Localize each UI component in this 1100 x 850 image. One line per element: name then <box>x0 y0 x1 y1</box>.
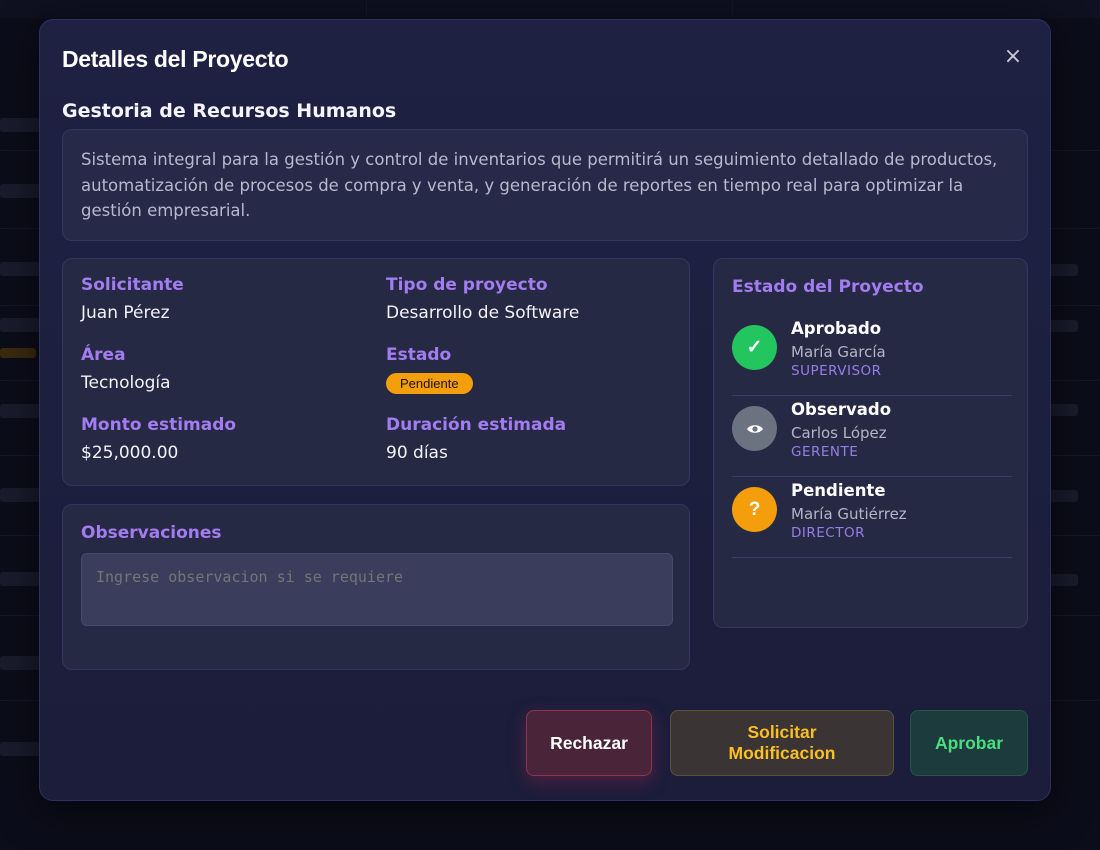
status-person: Carlos López <box>791 424 887 442</box>
eye-icon <box>746 424 763 433</box>
field-tipo-proyecto: Tipo de proyecto Desarrollo de Software <box>386 275 579 323</box>
background-cell <box>0 348 36 358</box>
status-name: Aprobado <box>791 319 882 338</box>
status-role: SUPERVISOR <box>791 363 882 379</box>
status-badge: Pendiente <box>386 373 473 394</box>
project-name: Gestoria de Recursos Humanos <box>62 100 397 122</box>
field-label: Tipo de proyecto <box>386 275 548 295</box>
check-icon: ✓ <box>732 325 777 370</box>
field-duracion: Duración estimada 90 días <box>386 415 566 463</box>
status-item-pending: ? Pendiente María Gutiérrez DIRECTOR <box>732 477 1012 558</box>
background-cell <box>0 488 40 502</box>
observations-textarea[interactable] <box>81 553 673 626</box>
field-value: Tecnología <box>81 373 171 393</box>
close-button[interactable]: × <box>1002 46 1024 68</box>
field-estado: Estado Pendiente <box>386 345 473 394</box>
request-modification-button[interactable]: Solicitar Modificacion <box>670 710 894 776</box>
status-role: GERENTE <box>791 444 859 460</box>
project-details-modal: Detalles del Proyecto × Gestoria de Recu… <box>39 19 1051 801</box>
status-item-observed: Observado Carlos López GERENTE <box>732 396 1012 477</box>
field-value: 90 días <box>386 443 448 463</box>
background-cell <box>0 572 40 586</box>
observations-label: Observaciones <box>81 523 222 543</box>
status-item-approved: ✓ Aprobado María García SUPERVISOR <box>732 315 1012 396</box>
background-cell <box>0 742 40 756</box>
field-value: Juan Pérez <box>81 303 170 323</box>
field-area: Área Tecnología <box>81 345 171 393</box>
field-solicitante: Solicitante Juan Pérez <box>81 275 184 323</box>
background-cell <box>0 184 40 198</box>
field-label: Solicitante <box>81 275 184 295</box>
project-info-card: Solicitante Juan Pérez Tipo de proyecto … <box>62 258 690 486</box>
background-cell <box>0 262 40 276</box>
status-name: Observado <box>791 400 892 419</box>
close-icon: × <box>1003 44 1023 69</box>
status-person: María Gutiérrez <box>791 505 907 523</box>
observations-card: Observaciones <box>62 504 690 670</box>
field-label: Monto estimado <box>81 415 237 435</box>
background-cell <box>0 318 40 332</box>
project-status-panel: Estado del Proyecto ✓ Aprobado María Gar… <box>713 258 1028 628</box>
status-name: Pendiente <box>791 481 886 500</box>
status-role: DIRECTOR <box>791 525 865 541</box>
field-monto: Monto estimado $25,000.00 <box>81 415 236 463</box>
question-icon: ? <box>732 487 777 532</box>
field-label: Área <box>81 345 126 365</box>
project-description: Sistema integral para la gestión y contr… <box>62 129 1028 241</box>
approve-button[interactable]: Aprobar <box>910 710 1028 776</box>
background-cell <box>0 404 40 418</box>
request-modification-label: Solicitar Modificacion <box>728 722 836 763</box>
field-label: Estado <box>386 345 452 365</box>
reject-button[interactable]: Rechazar <box>526 710 652 776</box>
background-cell <box>0 118 40 132</box>
modal-title: Detalles del Proyecto <box>62 46 289 72</box>
status-panel-title: Estado del Proyecto <box>732 277 924 297</box>
background-table-header <box>0 0 1100 18</box>
field-label: Duración estimada <box>386 415 567 435</box>
eye-icon <box>732 406 777 451</box>
field-value: Desarrollo de Software <box>386 303 580 323</box>
status-person: María García <box>791 343 886 361</box>
field-value: $25,000.00 <box>81 443 179 463</box>
background-cell <box>0 656 40 670</box>
